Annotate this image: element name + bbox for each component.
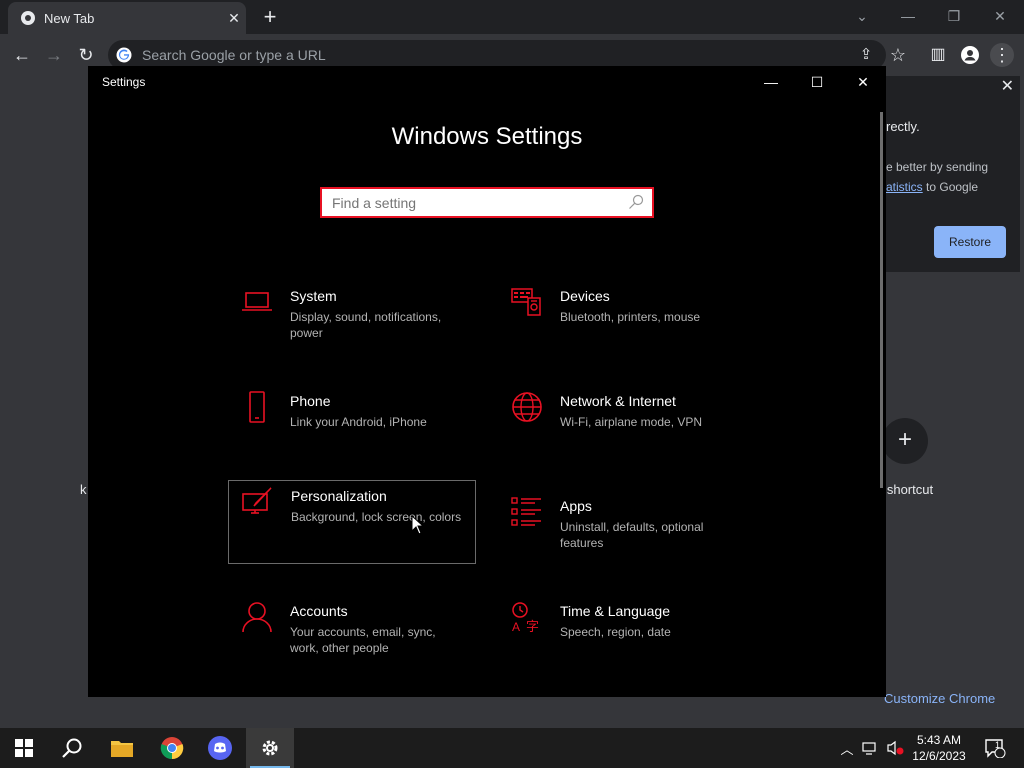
laptop-icon [242,292,272,311]
tile-name: Personalization [291,488,387,504]
share-icon[interactable]: ⇪ [854,43,878,67]
tile-description: Link your Android, iPhone [290,415,427,429]
chrome-icon [160,737,184,760]
add-shortcut-icon[interactable]: + [882,418,928,464]
settings-maximize-icon[interactable]: ☐ [794,66,840,98]
tile-name: Network & Internet [560,393,676,409]
taskbar-settings[interactable] [246,728,294,768]
settings-window-title: Settings [102,75,146,89]
tile-personalization[interactable]: Personalization Background, lock screen,… [228,480,476,564]
tile-time-language[interactable]: A 字 Time & Language Speech, region, date [498,596,746,680]
restore-pages-card: ✕ rectly. e better by sending atistics t… [870,76,1020,272]
restore-card-text-1: rectly. [886,119,920,134]
tile-name: Accounts [290,603,348,619]
taskbar-discord[interactable] [196,728,244,768]
omnibox-placeholder: Search Google or type a URL [142,47,326,63]
taskbar-file-explorer[interactable] [98,728,146,768]
tile-name: Time & Language [560,603,670,619]
tab-close-icon[interactable]: ✕ [222,10,246,27]
tab-title: New Tab [44,10,95,26]
tile-description: Background, lock screen, colors [291,510,462,524]
globe-icon [512,392,542,422]
taskbar-search-button[interactable] [48,728,96,768]
svg-text:A: A [512,620,520,633]
reload-icon[interactable]: ↻ [74,43,98,67]
chrome-favicon-icon [21,11,35,25]
taskbar-chrome[interactable] [148,728,196,768]
phone-icon [249,391,265,423]
statistics-link[interactable]: atistics [886,180,923,194]
google-g-icon [116,47,132,63]
folder-icon [111,741,133,757]
tile-description: Wi-Fi, airplane mode, VPN [560,415,703,429]
notification-center-icon[interactable]: 1 [980,728,1010,768]
side-panel-icon[interactable]: ▥ [926,43,950,67]
shortcut-label-fragment: k [80,482,87,497]
minimize-icon[interactable]: — [888,4,928,28]
tile-description: Display, sound, notifications, power [290,310,442,340]
tab-new-tab[interactable]: New Tab ✕ [8,2,246,34]
show-hidden-icons-icon[interactable]: ︿ [838,728,856,768]
back-icon[interactable]: ← [10,43,34,67]
settings-window: Settings — ☐ ✕ Windows Settings System D… [88,66,886,697]
forward-icon[interactable]: → [42,43,66,67]
tile-description: Bluetooth, printers, mouse [560,310,701,324]
customize-chrome-label: Customize Chrome [884,691,996,706]
clock-time: 5:43 AM [916,733,962,747]
tile-name: Apps [560,498,592,514]
tile-devices[interactable]: Devices Bluetooth, printers, mouse [498,281,746,365]
settings-title-bar[interactable]: Settings — ☐ ✕ [88,66,886,98]
restore-window-icon[interactable]: ❐ [934,4,974,28]
tile-phone[interactable]: Phone Link your Android, iPhone [228,386,476,470]
restore-card-close-icon[interactable]: ✕ [1001,76,1014,96]
search-icon [62,738,82,758]
discord-icon [208,736,232,760]
notification-count: 1 [995,740,1001,750]
new-tab-button[interactable]: + [258,6,282,30]
search-icon [629,194,644,209]
restore-card-text-3: atistics to Google [886,180,979,194]
devices-icon [511,288,541,316]
tab-search-icon[interactable]: ⌄ [842,4,882,28]
find-setting-search[interactable] [320,187,654,218]
settings-minimize-icon[interactable]: — [748,66,794,98]
start-button[interactable] [0,728,48,768]
tile-description: Uninstall, defaults, optional features [560,520,704,550]
clock-date: 12/6/2023 [912,749,966,763]
chrome-menu-icon[interactable]: ⋮ [990,43,1014,67]
tile-description: Your accounts, email, sync, work, other … [290,625,436,655]
network-icon[interactable] [860,728,880,768]
paint-icon [242,487,272,514]
restore-button[interactable]: Restore [934,226,1006,258]
tile-accounts[interactable]: Accounts Your accounts, email, sync, wor… [228,596,476,680]
taskbar: ︿ 5:43 AM 12/6/2023 1 [0,728,1024,768]
windows-logo-icon [15,739,33,757]
tile-system[interactable]: System Display, sound, notifications, po… [228,281,476,365]
settings-scrollbar[interactable] [880,112,883,488]
taskbar-clock[interactable]: 5:43 AM 12/6/2023 [906,732,972,764]
tile-name: System [290,288,337,304]
svg-text:字: 字 [526,619,539,633]
person-icon [242,602,272,633]
find-setting-input[interactable] [332,193,622,213]
bookmark-star-icon[interactable]: ☆ [886,43,910,67]
volume-muted-icon[interactable] [884,728,906,768]
desktop: New Tab ✕ + ⌄ — ❐ ✕ ← → ↻ Search Google … [0,0,1024,768]
settings-heading: Windows Settings [391,123,583,150]
tile-description: Speech, region, date [560,625,671,639]
restore-card-text-2: e better by sending [886,160,989,174]
close-window-icon[interactable]: ✕ [980,4,1020,28]
gear-icon [262,740,278,756]
tile-apps[interactable]: Apps Uninstall, defaults, optional featu… [498,491,746,575]
tile-name: Phone [290,393,331,409]
time-language-icon: A 字 [512,602,539,633]
tile-network-internet[interactable]: Network & Internet Wi-Fi, airplane mode,… [498,386,746,470]
profile-avatar-icon[interactable] [958,43,982,67]
mouse-pointer-icon [411,515,425,535]
tile-name: Devices [560,288,610,304]
settings-close-icon[interactable]: ✕ [840,66,886,98]
apps-list-icon [511,497,541,526]
chrome-tab-bar: New Tab ✕ + ⌄ — ❐ ✕ [0,0,1024,34]
